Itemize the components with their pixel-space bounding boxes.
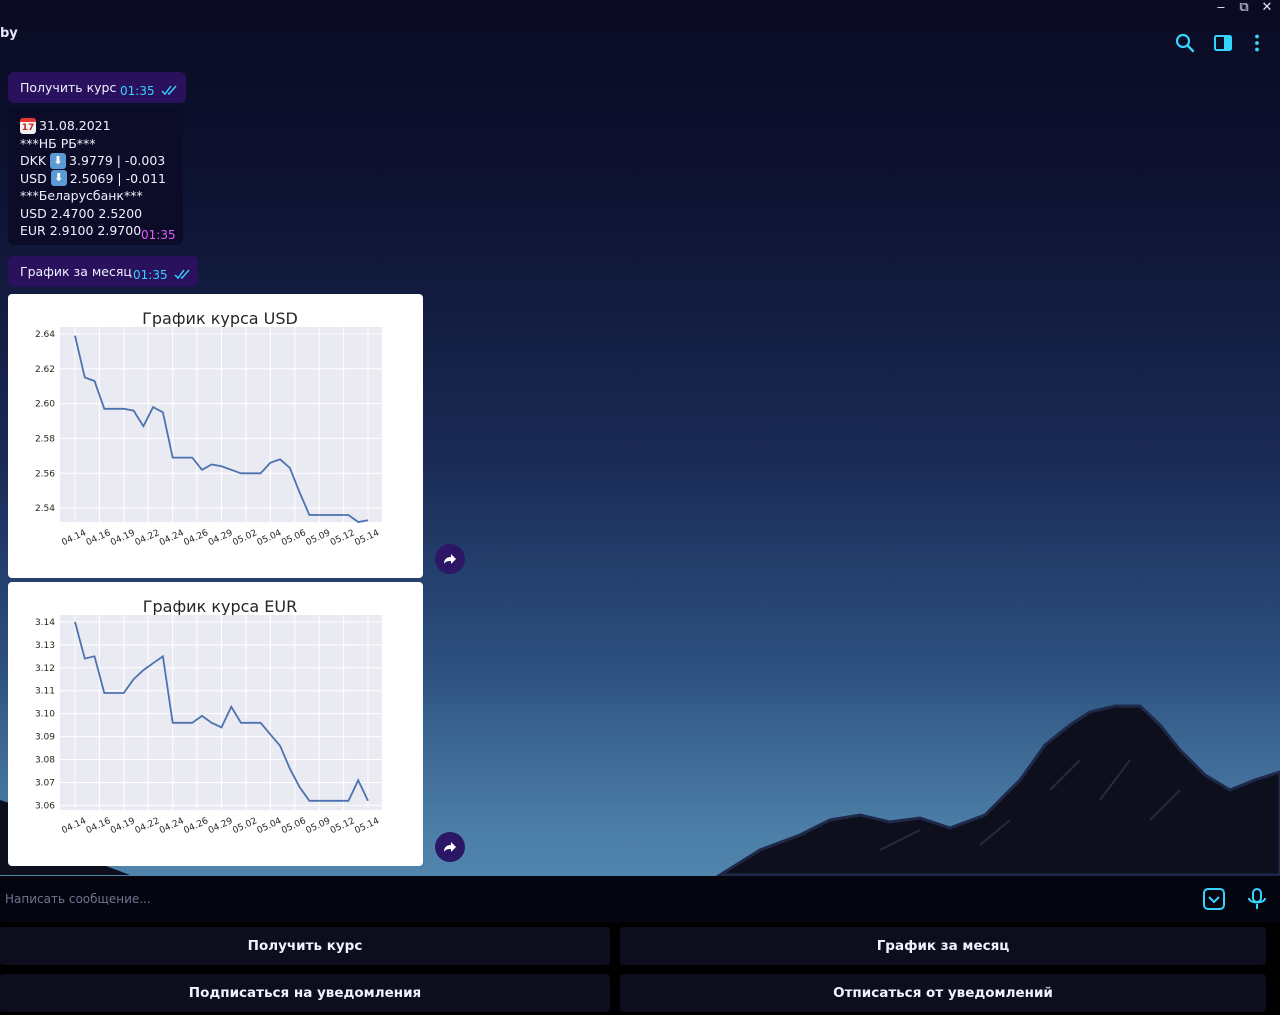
y-tick-label: 3.12 [35,664,55,674]
rate-text: 2.5069 | -0.011 [69,170,166,186]
x-tick-label: 05.02 [231,816,259,836]
x-tick-label: 05.14 [353,816,381,836]
x-tick-label: 04.19 [109,528,137,548]
date-text: 31.08.2021 [39,118,111,133]
y-tick-label: 2.56 [35,469,55,479]
monthly-chart-button[interactable]: График за месяц [620,927,1266,965]
message-time: 01:35 [141,228,176,242]
chat-title: by [0,26,18,41]
calendar-icon: 17 [20,117,36,134]
restore-button[interactable]: ⧉ [1234,0,1254,16]
chart-title: График курса USD [142,309,298,328]
message-input-bar: Написать сообщение... [0,876,1280,922]
x-tick-label: 04.29 [207,528,235,548]
forward-button[interactable] [435,544,465,574]
outgoing-message[interactable]: Получить курс 01:35 [8,72,186,103]
unsubscribe-button[interactable]: Отписаться от уведомлений [620,974,1266,1012]
x-tick-label: 05.12 [329,816,357,836]
down-arrow-icon: ⬇ [50,152,67,169]
y-tick-label: 3.06 [35,801,55,811]
down-arrow-icon: ⬇ [50,170,67,187]
message-time: 01:35 [133,268,168,282]
sidebar-toggle-icon[interactable] [1212,32,1234,54]
microphone-icon[interactable] [1244,886,1270,912]
y-tick-label: 2.60 [35,400,55,410]
x-tick-label: 04.22 [134,528,162,548]
message-line: 17 31.08.2021 [20,117,166,135]
get-rate-button[interactable]: Получить курс [0,927,610,965]
y-tick-label: 2.62 [35,365,55,375]
x-tick-label: 04.16 [85,816,113,836]
x-tick-label: 04.29 [207,816,235,836]
x-tick-label: 04.14 [60,528,88,548]
message-text: Получить курс [20,80,117,95]
y-tick-label: 3.10 [35,710,55,720]
x-tick-label: 04.16 [85,528,113,548]
x-tick-label: 04.22 [134,816,162,836]
incoming-message[interactable]: 17 31.08.2021 ***НБ РБ*** DKK ⬇ 3.9779 |… [8,108,183,245]
x-tick-label: 04.14 [60,816,88,836]
x-tick-label: 05.02 [231,528,259,548]
y-tick-label: 3.07 [35,778,55,788]
minimize-button[interactable]: ‒ [1211,0,1231,16]
more-vertical-icon[interactable] [1246,32,1268,54]
x-tick-label: 05.06 [280,528,308,548]
chart-image-usd[interactable]: График курса USD 04.14 04.16 04.19 04.22 04.2… [8,294,423,578]
y-tick-label: 3.13 [35,641,55,651]
x-tick-label: 05.06 [280,816,308,836]
forward-icon [444,554,456,564]
forward-icon [444,842,456,852]
message-line: USD 2.4700 2.5200 [20,205,143,221]
read-checkmarks-icon [161,85,177,96]
x-tick-label: 05.12 [329,528,357,548]
outgoing-message[interactable]: График за месяц 01:35 [8,256,198,287]
y-tick-label: 3.11 [35,687,55,697]
close-button[interactable]: ✕ [1257,0,1277,16]
message-body: 17 31.08.2021 ***НБ РБ*** DKK ⬇ 3.9779 |… [20,117,166,240]
message-line: ***НБ РБ*** [20,135,96,151]
eur-chart: График курса EUR04.1404.1604.1904.2204.2… [35,597,382,836]
chart-title: График курса EUR [143,597,297,616]
y-tick-label: 2.54 [35,504,55,514]
x-tick-label: 05.04 [256,816,284,836]
y-tick-label: 3.08 [35,756,55,766]
chart-image-eur[interactable]: График курса EUR 04.14 04.16 04.19 04.22 04.2… [8,582,423,866]
message-input[interactable]: Написать сообщение... [5,892,151,906]
message-line: DKK ⬇ 3.9779 | -0.003 [20,152,166,170]
bot-keyboard-icon[interactable] [1201,886,1227,912]
x-tick-label: 04.24 [158,816,186,836]
search-icon[interactable] [1174,32,1196,54]
x-tick-label: 05.09 [305,528,333,548]
x-tick-label: 05.04 [256,528,284,548]
x-tick-label: 04.26 [182,528,210,548]
x-tick-label: 04.26 [182,816,210,836]
rate-text: 3.9779 | -0.003 [69,153,166,168]
currency-code: DKK [20,153,47,168]
subscribe-button[interactable]: Подписаться на уведомления [0,974,610,1012]
x-tick-label: 05.09 [305,816,333,836]
message-line: USD ⬇ 2.5069 | -0.011 [20,170,166,188]
x-tick-label: 04.19 [109,816,137,836]
x-tick-label: 04.24 [158,528,186,548]
message-time: 01:35 [120,84,155,98]
forward-button[interactable] [435,832,465,862]
y-tick-label: 2.58 [35,434,55,444]
message-text: График за месяц [20,264,132,279]
usd-chart: График курса USD04.1404.1604.1904.2204.2… [35,309,382,548]
message-line: ***Беларусбанк*** [20,188,143,203]
x-tick-label: 05.14 [353,528,381,548]
currency-code: USD [20,170,47,186]
y-tick-label: 2.64 [35,330,55,340]
y-tick-label: 3.09 [35,733,55,743]
bot-keyboard: Получить курс График за месяц Подписатьс… [0,922,1280,1015]
y-tick-label: 3.14 [35,618,55,628]
read-checkmarks-icon [174,269,190,280]
title-bar: by ‒ ⧉ ✕ [0,0,1280,60]
